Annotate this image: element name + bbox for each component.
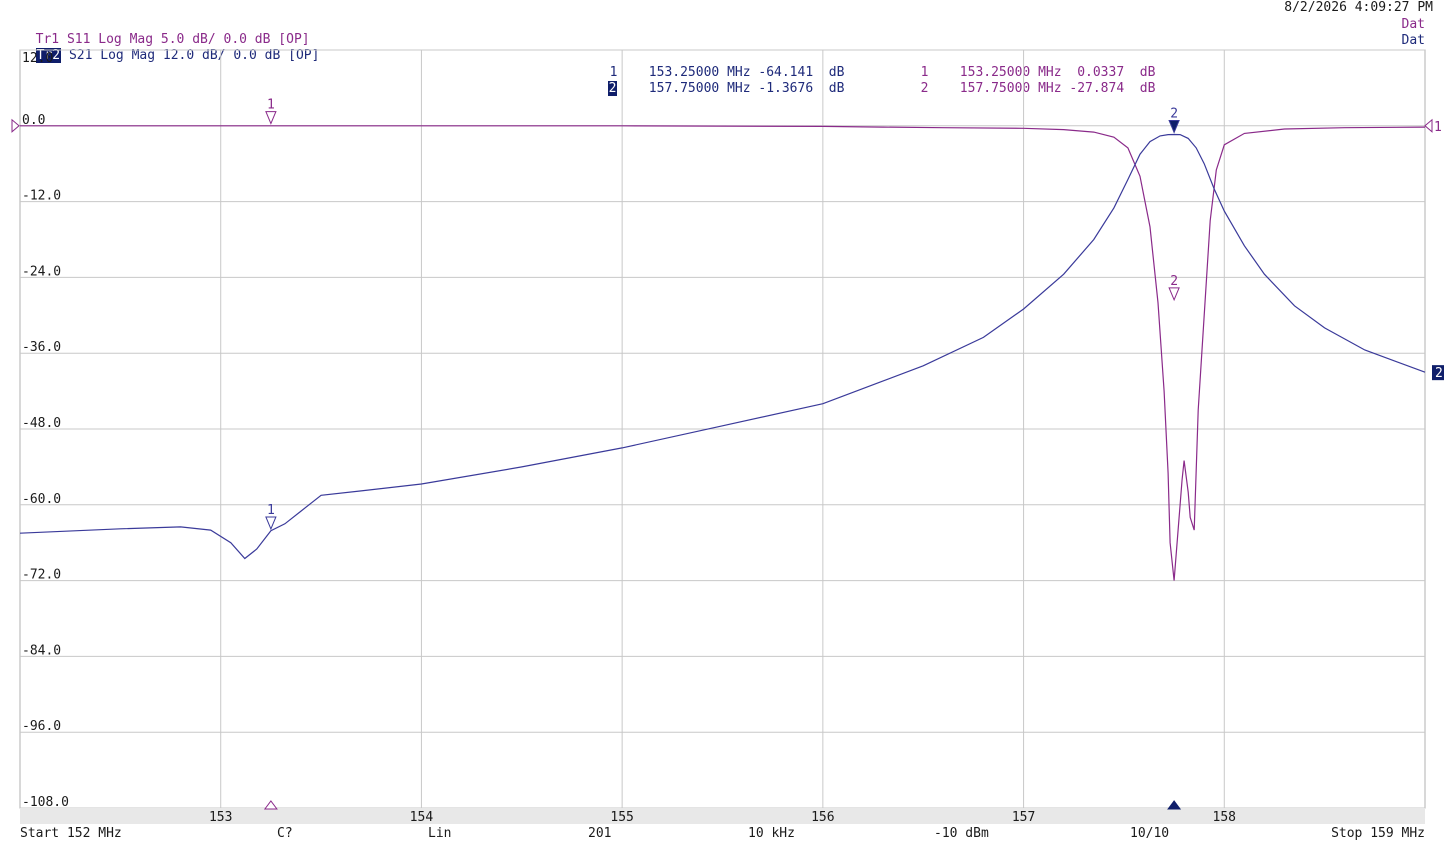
cal-status[interactable]: C? bbox=[277, 826, 293, 841]
y-tick-label: -12.0 bbox=[22, 189, 61, 204]
y-tick-label: -48.0 bbox=[22, 416, 61, 431]
ref-tag-tr2: 2 bbox=[1435, 366, 1443, 381]
marker-label: 2 bbox=[1170, 106, 1178, 121]
stimulus-marker-2-icon bbox=[1167, 800, 1182, 810]
y-tick-label: -24.0 bbox=[22, 264, 61, 279]
marker-label: 1 bbox=[267, 98, 275, 113]
y-tick-label: -96.0 bbox=[22, 719, 61, 734]
stop-frequency[interactable]: Stop 159 MHz bbox=[1331, 826, 1425, 841]
trace-s21 bbox=[19, 133, 1426, 560]
y-tick-label: 12.0 bbox=[22, 51, 53, 66]
ref-level-left-icon bbox=[11, 118, 20, 133]
x-tick-label: 154 bbox=[410, 810, 434, 825]
if-bandwidth[interactable]: 10 kHz bbox=[748, 826, 795, 841]
stimulus-marker-1-icon bbox=[263, 800, 278, 810]
marker-s21-1-icon bbox=[265, 516, 277, 531]
sweep-type[interactable]: Lin bbox=[428, 826, 451, 841]
y-axis-labels: 12.00.0-12.0-24.0-36.0-48.0-60.0-72.0-84… bbox=[22, 51, 69, 810]
grid bbox=[19, 49, 1426, 824]
ref-level-right-tr1-icon bbox=[1424, 118, 1433, 133]
start-frequency[interactable]: Start 152 MHz bbox=[20, 826, 122, 841]
y-tick-label: -60.0 bbox=[22, 492, 61, 507]
y-tick-label: -36.0 bbox=[22, 340, 61, 355]
sweep-points[interactable]: 201 bbox=[588, 826, 611, 841]
marker-label: 2 bbox=[1170, 274, 1178, 289]
averaging[interactable]: 10/10 bbox=[1130, 826, 1169, 841]
y-tick-label: -84.0 bbox=[22, 643, 61, 658]
marker-label: 1 bbox=[267, 503, 275, 518]
vna-plot[interactable]: 12.00.0-12.0-24.0-36.0-48.0-60.0-72.0-84… bbox=[0, 0, 1445, 843]
x-tick-label: 153 bbox=[209, 810, 232, 825]
y-tick-label: -72.0 bbox=[22, 568, 61, 583]
reference-tags: 12 bbox=[11, 118, 1444, 381]
y-tick-label: -108.0 bbox=[22, 795, 69, 810]
marker-s21-2-icon bbox=[1168, 119, 1180, 134]
marker-s11-2-icon bbox=[1168, 287, 1180, 302]
ref-tag-tr1: 1 bbox=[1434, 120, 1442, 135]
marker-s11-1-icon bbox=[265, 111, 277, 125]
x-tick-label: 156 bbox=[811, 810, 834, 825]
x-tick-label: 155 bbox=[610, 810, 633, 825]
x-tick-label: 157 bbox=[1012, 810, 1035, 825]
markers[interactable]: 1 2 1 2 bbox=[263, 98, 1182, 810]
source-power[interactable]: -10 dBm bbox=[934, 826, 989, 841]
x-tick-label: 158 bbox=[1213, 810, 1236, 825]
